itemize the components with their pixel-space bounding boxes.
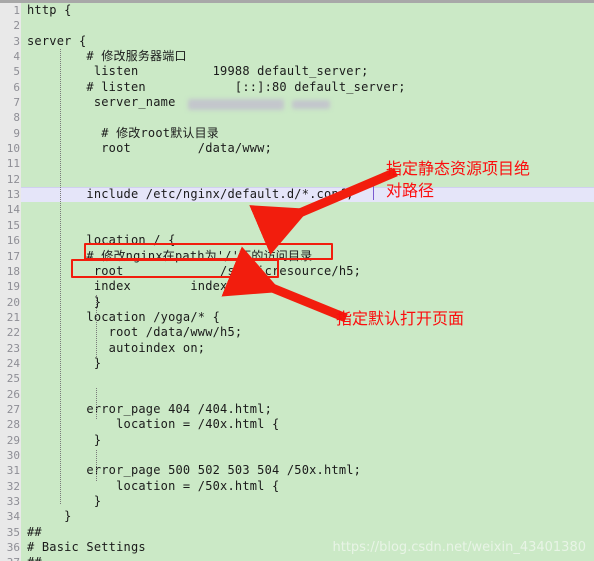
line-number: 27 bbox=[6, 402, 20, 416]
annotation-default-index-page: 指定默认打开页面 bbox=[336, 309, 465, 328]
code-line[interactable]: } bbox=[21, 356, 594, 371]
line-number: 18 bbox=[6, 264, 20, 278]
code-line[interactable]: location = /40x.html { bbox=[21, 417, 594, 432]
line-number: 22 bbox=[6, 326, 20, 340]
code-line[interactable]: autoindex on; bbox=[21, 341, 594, 356]
line-number: 19 bbox=[6, 280, 20, 294]
code-line[interactable] bbox=[21, 448, 594, 463]
line-number: 20 bbox=[6, 295, 20, 309]
code-line[interactable]: server { bbox=[21, 34, 594, 49]
code-line[interactable] bbox=[21, 18, 594, 33]
line-number: 31 bbox=[6, 464, 20, 478]
code-line[interactable]: } bbox=[21, 494, 594, 509]
annotation-static-resource-path: 指定静态资源项目绝 对路径 bbox=[386, 159, 531, 200]
line-number: 3 bbox=[13, 34, 20, 48]
line-number: 30 bbox=[6, 448, 20, 462]
window-top-border bbox=[0, 0, 594, 3]
line-number: 33 bbox=[6, 495, 20, 508]
line-number: 34 bbox=[6, 510, 20, 524]
line-number: 6 bbox=[13, 80, 20, 94]
code-line[interactable]: root /data/www; bbox=[21, 141, 594, 156]
redacted-server-name-2 bbox=[292, 100, 330, 109]
line-number: 21 bbox=[6, 310, 20, 324]
redacted-server-name bbox=[188, 99, 284, 110]
code-line[interactable]: ## bbox=[21, 555, 594, 561]
line-number: 11 bbox=[6, 157, 20, 171]
code-line[interactable]: location = /50x.html { bbox=[21, 479, 594, 494]
code-line[interactable] bbox=[21, 218, 594, 233]
code-line[interactable] bbox=[21, 387, 594, 402]
redbox-root-line bbox=[84, 243, 333, 260]
line-number: 4 bbox=[13, 50, 20, 64]
code-line[interactable]: # listen [::]:80 default_server; bbox=[21, 80, 594, 95]
line-number: 9 bbox=[13, 126, 20, 140]
line-number-gutter: 1 2 3 4 5 6 7 8 9 10 11 12 13 14 15 16 17 18 19 20 21 22 23 24 2… bbox=[0, 3, 21, 561]
line-number: 23 bbox=[6, 341, 20, 355]
line-number: 29 bbox=[6, 433, 20, 447]
line-number: 1 bbox=[13, 4, 20, 17]
code-line[interactable]: listen 19988 default_server; bbox=[21, 64, 594, 79]
line-number: 17 bbox=[6, 249, 20, 263]
line-number: 32 bbox=[6, 479, 20, 493]
redbox-index-line bbox=[71, 259, 279, 278]
line-number: 14 bbox=[6, 203, 20, 217]
line-number: 36 bbox=[6, 541, 20, 555]
code-line[interactable]: } bbox=[21, 433, 594, 448]
line-number: 10 bbox=[6, 142, 20, 156]
line-number: 35 bbox=[6, 525, 20, 539]
line-number: 15 bbox=[6, 218, 20, 232]
line-number: 5 bbox=[13, 65, 20, 79]
text-cursor bbox=[373, 186, 374, 200]
line-number: 26 bbox=[6, 387, 20, 401]
code-line[interactable]: error_page 500 502 503 504 /50x.html; bbox=[21, 463, 594, 478]
code-line[interactable]: index index.html; bbox=[21, 279, 594, 294]
code-text-area[interactable]: http { server { # 修改服务器端口 listen 19988 d… bbox=[21, 3, 594, 561]
code-line[interactable]: } bbox=[21, 509, 594, 524]
line-number: 7 bbox=[13, 96, 20, 110]
line-number: 2 bbox=[13, 19, 20, 33]
code-line[interactable]: # 修改root默认目录 bbox=[21, 126, 594, 141]
code-line[interactable]: http { bbox=[21, 3, 594, 18]
line-number: 25 bbox=[6, 372, 20, 386]
line-number: 28 bbox=[6, 418, 20, 432]
line-number: 37 bbox=[0, 555, 21, 561]
line-number: 13 bbox=[6, 188, 20, 202]
line-number: 8 bbox=[13, 111, 20, 125]
line-number: 16 bbox=[6, 234, 20, 248]
csdn-watermark: https://blog.csdn.net/weixin_43401380 bbox=[332, 540, 586, 555]
code-line[interactable] bbox=[21, 371, 594, 386]
code-line[interactable] bbox=[21, 110, 594, 125]
code-line[interactable] bbox=[21, 202, 594, 217]
code-line[interactable]: error_page 404 /404.html; bbox=[21, 402, 594, 417]
code-line[interactable]: # 修改服务器端口 bbox=[21, 49, 594, 64]
code-line[interactable]: ## bbox=[21, 525, 594, 540]
code-editor-screenshot: 1 2 3 4 5 6 7 8 9 10 11 12 13 14 15 16 17 18 19 20 21 22 23 24 2… bbox=[0, 0, 594, 561]
line-number: 24 bbox=[6, 356, 20, 370]
line-number: 12 bbox=[6, 172, 20, 186]
